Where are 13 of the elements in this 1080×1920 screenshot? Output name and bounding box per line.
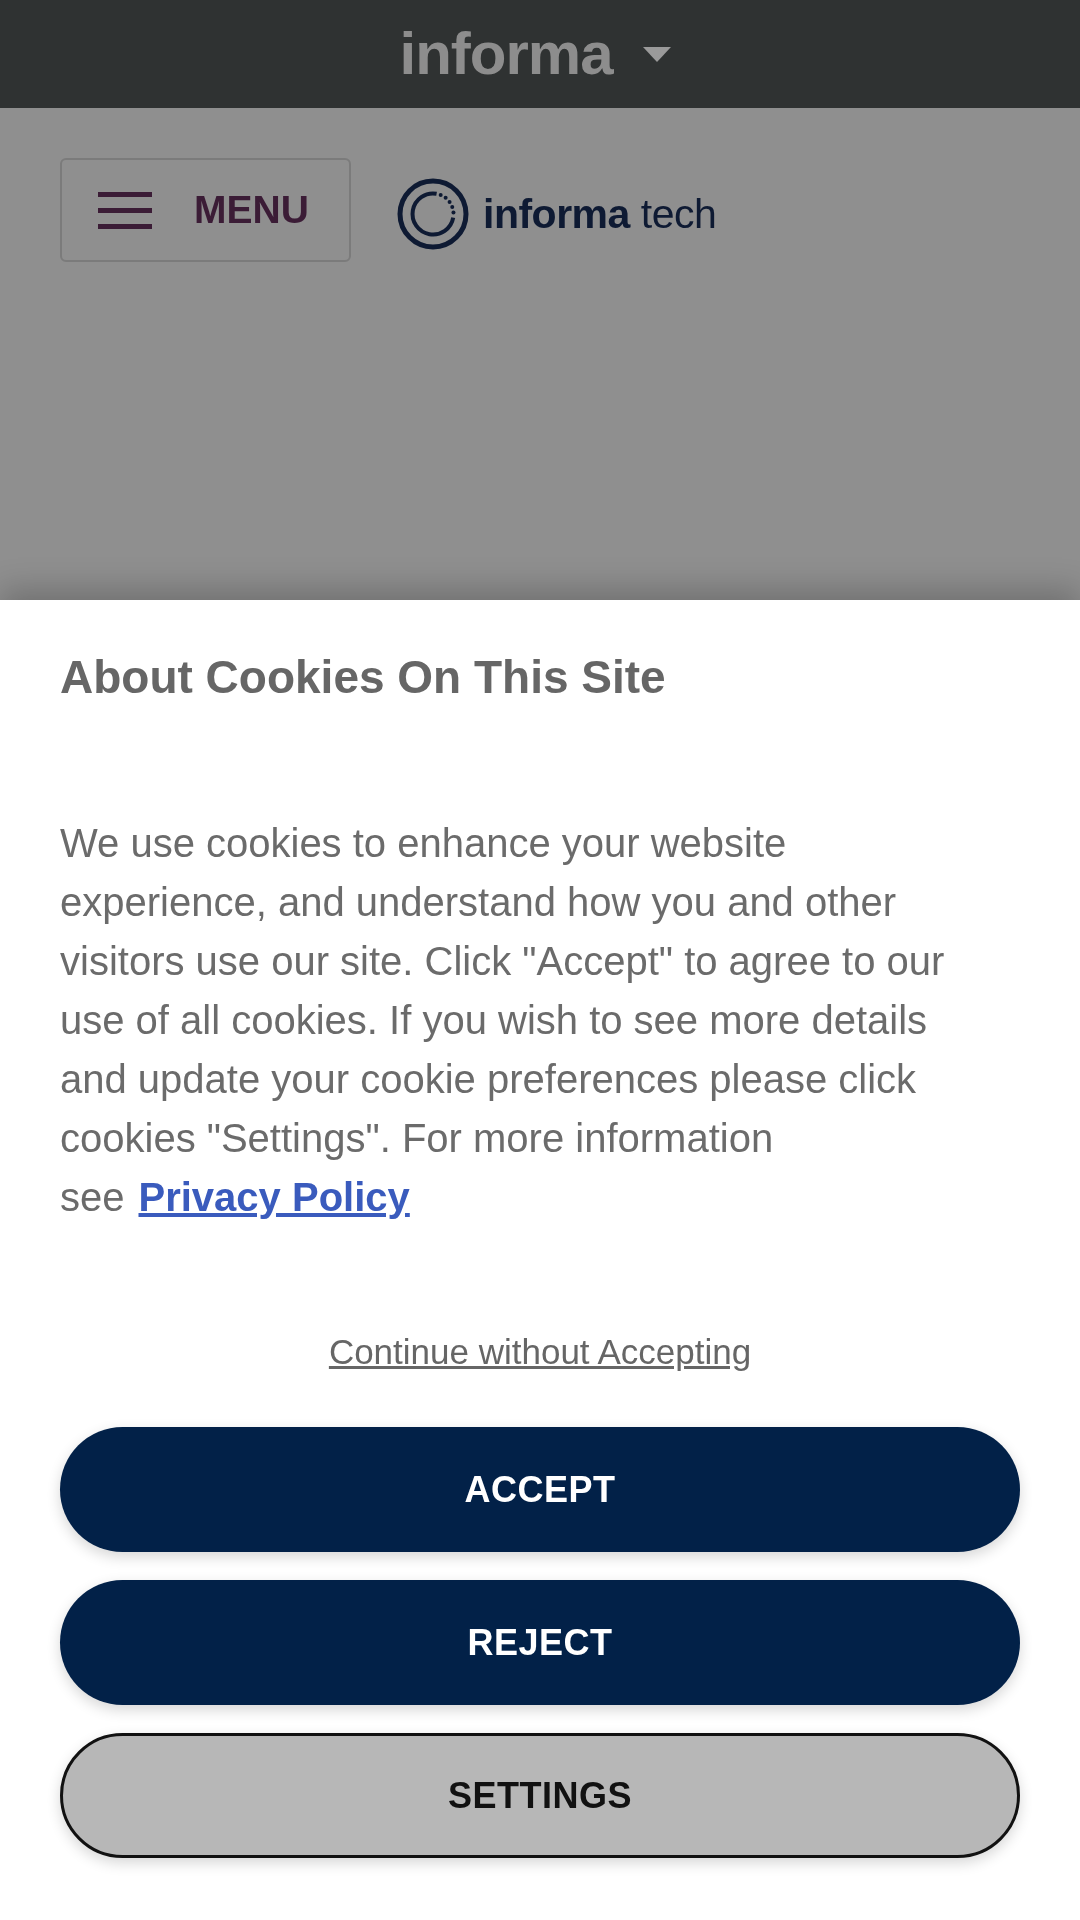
rings-logo-icon [397, 178, 469, 250]
cookie-message: We use cookies to enhance your website experience, and understand how you and other visitors use our site. Click "Accept" to agree to our use of all cookies. If you wish to see more details and update your cookie preferences please click cookies "Settings". For more information see Privacy Policy [60, 820, 946, 1221]
accept-button[interactable]: ACCEPT [60, 1427, 1020, 1552]
brand-dropdown-button[interactable]: informa [399, 24, 671, 84]
settings-button[interactable]: SETTINGS [60, 1733, 1020, 1858]
privacy-policy-link[interactable]: Privacy Policy [138, 1175, 410, 1219]
menu-button[interactable]: MENU [60, 158, 351, 262]
home-logo-link[interactable]: informa tech [397, 170, 717, 250]
cookie-title: About Cookies On This Site [60, 650, 667, 705]
continue-without-accepting-link[interactable]: Continue without Accepting [328, 1332, 752, 1371]
menu-icon [98, 191, 152, 229]
caret-down-icon [642, 46, 671, 62]
reject-button[interactable]: REJECT [60, 1580, 1020, 1705]
